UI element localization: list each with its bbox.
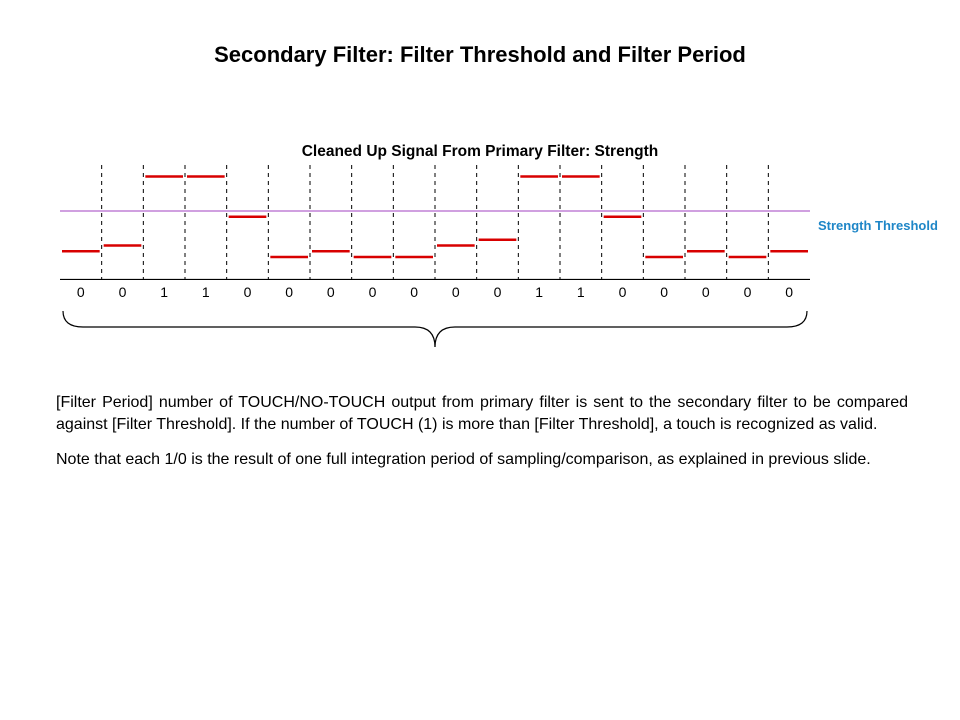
x-tick-label: 1 — [529, 284, 549, 300]
chart-x-labels: 0 0 1 1 0 0 0 0 0 0 0 1 1 0 0 0 0 0 — [60, 284, 810, 304]
x-tick-label: 0 — [113, 284, 133, 300]
x-tick-label: 0 — [279, 284, 299, 300]
x-tick-label: 0 — [71, 284, 91, 300]
x-tick-label: 0 — [738, 284, 758, 300]
x-tick-label: 0 — [404, 284, 424, 300]
x-tick-label: 0 — [321, 284, 341, 300]
threshold-label: Strength Threshold — [818, 218, 938, 233]
x-tick-label: 1 — [571, 284, 591, 300]
explanation-text: [Filter Period] number of TOUCH/NO-TOUCH… — [56, 392, 908, 485]
x-tick-label: 0 — [654, 284, 674, 300]
strength-chart — [60, 165, 810, 280]
x-tick-label: 0 — [613, 284, 633, 300]
x-tick-label: 0 — [696, 284, 716, 300]
x-tick-label: 1 — [196, 284, 216, 300]
x-tick-label: 1 — [154, 284, 174, 300]
x-tick-label: 0 — [446, 284, 466, 300]
x-tick-label: 0 — [363, 284, 383, 300]
page-title: Secondary Filter: Filter Threshold and F… — [0, 42, 960, 68]
paragraph-2: Note that each 1/0 is the result of one … — [56, 449, 908, 471]
chart-subtitle: Cleaned Up Signal From Primary Filter: S… — [0, 143, 960, 161]
x-tick-label: 0 — [238, 284, 258, 300]
x-tick-label: 0 — [779, 284, 799, 300]
paragraph-1: [Filter Period] number of TOUCH/NO-TOUCH… — [56, 392, 908, 435]
filter-period-brace — [60, 307, 810, 357]
x-tick-label: 0 — [488, 284, 508, 300]
